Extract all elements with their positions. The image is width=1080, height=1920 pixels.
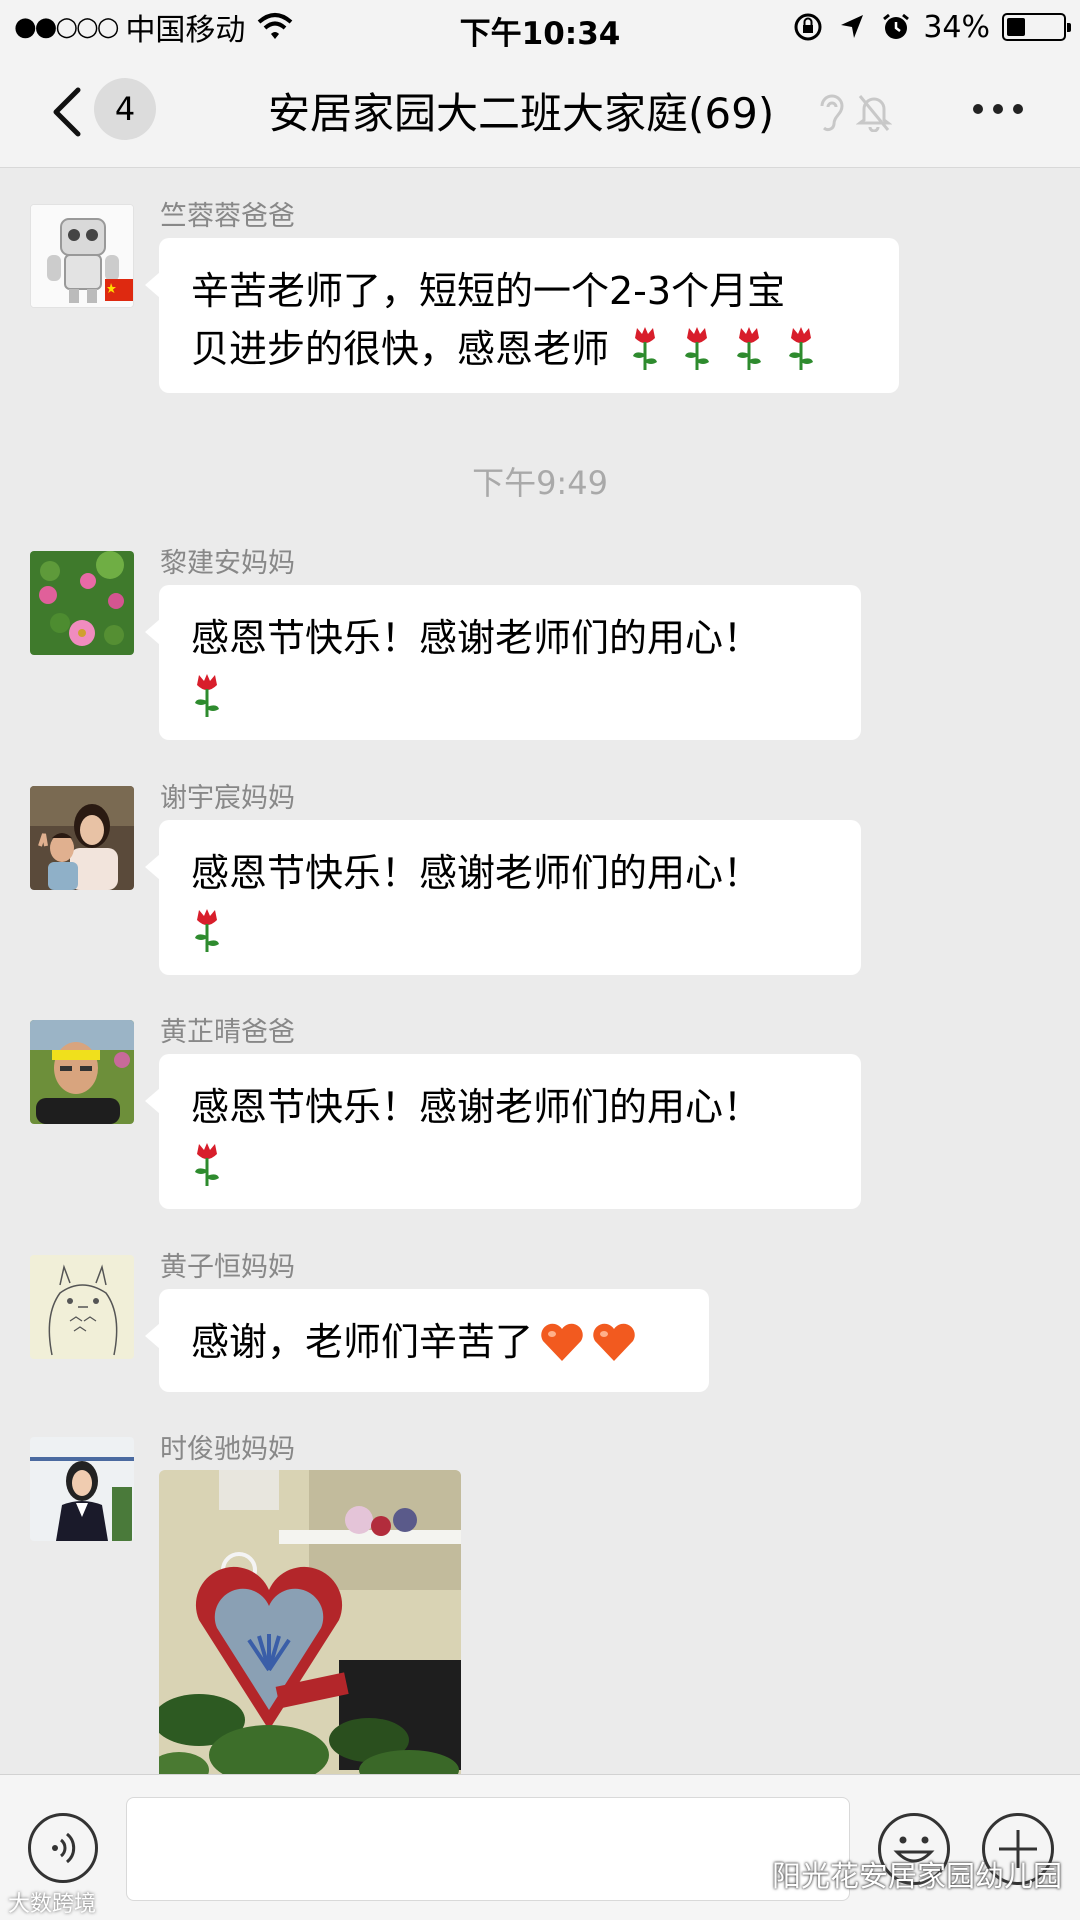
mute-bell-icon xyxy=(856,95,892,132)
unread-count-badge[interactable]: 4 xyxy=(94,78,156,140)
watermark: 阳光花安居家园幼儿园 xyxy=(730,1853,1062,1895)
avatar[interactable] xyxy=(30,204,134,308)
avatar[interactable] xyxy=(30,1255,134,1359)
voice-input-button[interactable] xyxy=(28,1813,98,1883)
rose-emoji-icon xyxy=(633,327,658,370)
message-bubble[interactable]: 感恩节快乐！感谢老师们的用心！ xyxy=(145,820,861,975)
battery-icon xyxy=(1002,13,1071,41)
wechat-logo-icon xyxy=(730,1861,767,1890)
orange-heart-emoji-icon xyxy=(541,1323,583,1361)
orange-heart-emoji-icon xyxy=(593,1323,635,1361)
nav-bar: 4 安居家园大二班大家庭(69) xyxy=(0,54,1080,168)
message-bubble[interactable]: 感谢，老师们辛苦了 xyxy=(145,1289,709,1392)
rose-emoji-icon xyxy=(789,327,814,370)
message-text: 感恩节快乐！感谢老师们的用心！ xyxy=(191,616,762,660)
rose-emoji-icon xyxy=(195,1143,219,1186)
sender-name: 黄子恒妈妈 xyxy=(160,1252,295,1283)
battery-percent: 34% xyxy=(923,9,990,45)
heart-craft-photo-image xyxy=(159,1470,461,1780)
avatar[interactable] xyxy=(30,551,134,655)
sender-name: 谢宇宸妈妈 xyxy=(160,783,295,814)
rose-emoji-icon xyxy=(195,674,219,717)
mother-child-avatar-image xyxy=(30,786,134,890)
message-text: 贝进步的很快，感恩老师 xyxy=(191,327,610,371)
location-icon xyxy=(841,15,864,38)
alarm-icon xyxy=(883,13,910,39)
rose-emoji-icon xyxy=(685,327,710,370)
voice-icon xyxy=(52,1832,76,1864)
totoro-sketch-avatar-image xyxy=(30,1255,134,1359)
watermark-text: 阳光花安居家园幼儿园 xyxy=(772,1859,1063,1893)
earpiece-mode-icon xyxy=(820,94,844,132)
watermark-small-text: 大数跨境 xyxy=(8,1892,97,1917)
avatar[interactable] xyxy=(30,786,134,890)
sender-name: 时俊驰妈妈 xyxy=(160,1434,295,1465)
message-text: 感恩节快乐！感谢老师们的用心！ xyxy=(191,851,762,895)
avatar[interactable] xyxy=(30,1020,134,1124)
woman-portrait-avatar-image xyxy=(30,1437,134,1541)
sender-name: 黎建安妈妈 xyxy=(160,548,295,579)
avatar[interactable] xyxy=(30,1437,134,1541)
rose-emoji-icon xyxy=(737,327,762,370)
rotation-lock-icon xyxy=(794,13,822,41)
message-text: 辛苦老师了，短短的一个2-3个月宝 xyxy=(191,269,786,313)
shared-photo[interactable] xyxy=(159,1470,461,1780)
message-text: 感恩节快乐！感谢老师们的用心！ xyxy=(191,1085,762,1129)
rose-emoji-icon xyxy=(195,909,219,952)
watermark-small: 大数跨境 xyxy=(8,1886,96,1918)
message-bubble[interactable]: 感恩节快乐！感谢老师们的用心！ xyxy=(145,1054,861,1209)
back-arrow-icon[interactable] xyxy=(48,84,88,140)
chat-timestamp: 下午9:49 xyxy=(472,464,608,502)
robot-avatar-image xyxy=(31,205,133,307)
flowers-avatar-image xyxy=(30,551,134,655)
man-headband-avatar-image xyxy=(30,1020,134,1124)
sender-name: 竺蓉蓉爸爸 xyxy=(160,201,295,232)
message-text: 感谢，老师们辛苦了 xyxy=(191,1320,534,1364)
message-bubble[interactable]: 辛苦老师了，短短的一个2-3个月宝 贝进步的很快，感恩老师 xyxy=(145,238,899,393)
message-bubble[interactable]: 感恩节快乐！感谢老师们的用心！ xyxy=(145,585,861,740)
sender-name: 黄芷晴爸爸 xyxy=(160,1017,295,1048)
chat-title: 安居家园大二班大家庭(69) xyxy=(268,89,775,138)
status-bar: ●●○○○ 中国移动 下午10:34 34% xyxy=(0,0,1080,54)
more-options-icon[interactable] xyxy=(970,94,1026,124)
message-input-bar xyxy=(0,1774,1080,1920)
